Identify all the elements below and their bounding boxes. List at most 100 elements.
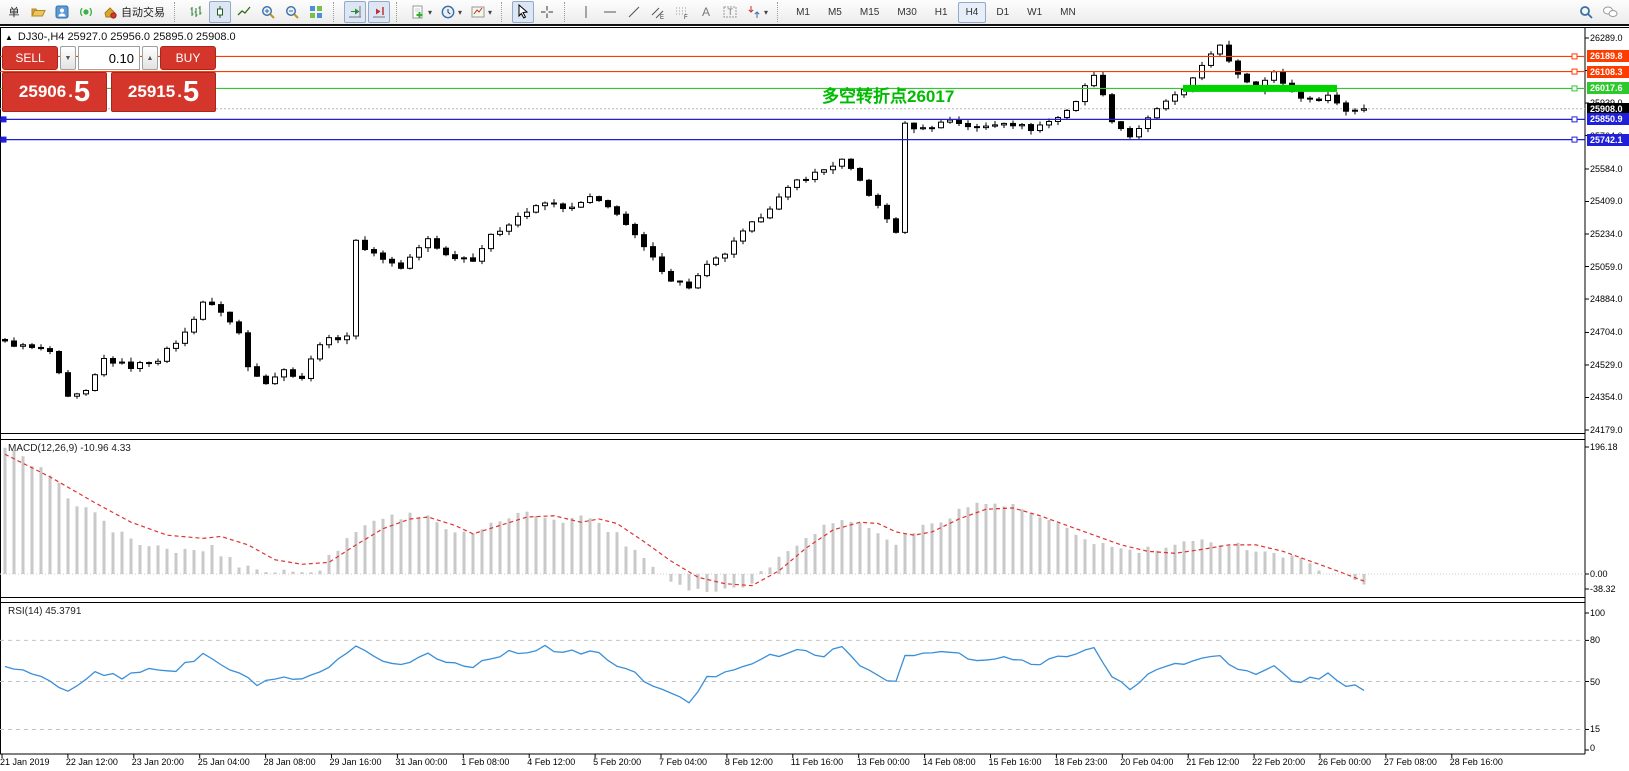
main-toolbar: 单 自动交易 ▾ ▾ ▾ E F A T ▾ M1 M5 M15 M30 H1 H4 D1 W… xyxy=(0,0,1629,26)
price-tick-label: 24354.0 xyxy=(1590,392,1623,403)
volume-input[interactable] xyxy=(78,46,140,70)
chart-title: DJ30-,H4 25927.0 25956.0 25895.0 25908.0 xyxy=(17,31,236,43)
chart-canvas[interactable] xyxy=(0,0,1629,771)
sell-button[interactable]: SELL xyxy=(2,46,58,70)
cursor-button[interactable] xyxy=(512,1,535,23)
time-axis-label: 7 Feb 04:00 xyxy=(659,757,708,767)
volume-increase-button[interactable]: ▲ xyxy=(142,46,158,70)
line-chart-button[interactable] xyxy=(233,1,255,23)
trendline-button[interactable] xyxy=(623,1,645,23)
price-level-label: 26189.8 xyxy=(1587,50,1629,63)
candlestick-chart-button[interactable] xyxy=(209,1,231,23)
profile-button[interactable] xyxy=(51,1,73,23)
tf-button-MN[interactable]: MN xyxy=(1052,2,1084,23)
indicators-button[interactable]: ▾ xyxy=(407,1,435,23)
toolbar-separator xyxy=(564,2,570,22)
vertical-line-button[interactable] xyxy=(575,1,597,23)
price-tick-label: 25409.0 xyxy=(1590,196,1623,207)
time-axis-label: 25 Jan 04:00 xyxy=(197,757,250,767)
annotation-text[interactable]: 多空转折点26017 xyxy=(822,82,954,107)
chart-shift-button[interactable] xyxy=(368,1,390,23)
rsi-scale-label: 100 xyxy=(1590,608,1606,618)
time-axis-label: 4 Feb 12:00 xyxy=(527,757,576,767)
signal-button[interactable] xyxy=(75,1,97,23)
horizontal-line-icon xyxy=(604,11,617,13)
buy-price[interactable]: 25915. 5 xyxy=(111,72,216,112)
time-axis-label: 22 Jan 12:00 xyxy=(65,757,118,767)
autotrading-button[interactable]: 自动交易 xyxy=(99,1,168,23)
svg-text:A: A xyxy=(702,5,710,19)
chevron-down-icon: ▾ xyxy=(764,7,769,17)
templates-button[interactable]: ▾ xyxy=(467,1,495,23)
price-level-label: 26017.6 xyxy=(1587,82,1629,95)
zoom-in-icon xyxy=(261,5,275,19)
ohlc-bars-icon xyxy=(190,6,202,17)
chat-button[interactable] xyxy=(1599,1,1621,23)
auto-scroll-button[interactable] xyxy=(344,1,366,23)
tf-button-W1[interactable]: W1 xyxy=(1019,2,1050,23)
horizontal-line-button[interactable] xyxy=(599,1,621,23)
time-axis-label: 15 Feb 16:00 xyxy=(988,757,1042,767)
tile-windows-button[interactable] xyxy=(305,1,327,23)
price-tick-label: 25059.0 xyxy=(1590,261,1623,272)
zoom-out-button[interactable] xyxy=(281,1,303,23)
zoom-in-button[interactable] xyxy=(257,1,279,23)
tf-button-M5[interactable]: M5 xyxy=(820,2,850,23)
toolbar-separator xyxy=(174,2,180,22)
buy-price-main: 25915 xyxy=(127,82,176,101)
sell-price[interactable]: 25906. 5 xyxy=(2,72,107,112)
search-button[interactable] xyxy=(1575,1,1597,23)
folder-button[interactable] xyxy=(27,1,49,23)
text-label-icon: T xyxy=(723,6,737,18)
tf-button-H1[interactable]: H1 xyxy=(927,2,956,23)
folder-icon xyxy=(31,8,46,17)
crosshair-button[interactable] xyxy=(536,1,558,23)
macd-scale-label: -38.32 xyxy=(1590,584,1616,594)
toolbar-separator xyxy=(396,2,402,22)
time-axis-label: 29 Jan 16:00 xyxy=(329,757,382,767)
toolbar-separator xyxy=(777,2,783,22)
price-tick-label: 24704.0 xyxy=(1590,327,1623,338)
toolbar-separator xyxy=(501,2,507,22)
new-order-label: 单 xyxy=(8,7,20,19)
fibonacci-button[interactable]: F xyxy=(671,1,693,23)
tf-button-M15[interactable]: M15 xyxy=(852,2,887,23)
rsi-scale-label: 80 xyxy=(1590,635,1601,646)
chevron-down-icon: ▾ xyxy=(458,7,463,17)
time-axis-label: 22 Feb 20:00 xyxy=(1252,757,1306,767)
time-axis-label: 18 Feb 23:00 xyxy=(1054,757,1108,767)
chart-template-icon xyxy=(471,6,485,18)
chevron-down-icon: ▾ xyxy=(428,7,433,17)
new-order-button[interactable]: 单 xyxy=(3,1,25,23)
clock-icon xyxy=(441,5,455,19)
tf-button-M30[interactable]: M30 xyxy=(889,2,924,23)
zoom-out-icon xyxy=(285,5,299,19)
autotrading-icon xyxy=(104,7,117,19)
tf-button-H4[interactable]: H4 xyxy=(957,1,987,23)
buy-button[interactable]: BUY xyxy=(160,46,216,70)
price-tick-label: 24884.0 xyxy=(1590,294,1623,305)
sell-price-main: 25906 xyxy=(18,82,67,101)
autotrading-label: 自动交易 xyxy=(121,7,165,19)
bar-chart-button[interactable] xyxy=(185,1,207,23)
time-axis-label: 28 Feb 16:00 xyxy=(1449,757,1503,767)
time-axis-label: 23 Jan 20:00 xyxy=(131,757,184,767)
text-label-button[interactable]: T xyxy=(719,1,741,23)
price-tick-label: 25234.0 xyxy=(1590,229,1623,239)
price-tick-label: 24529.0 xyxy=(1590,359,1623,370)
tf-button-D1[interactable]: D1 xyxy=(988,2,1017,23)
periods-button[interactable]: ▾ xyxy=(437,1,465,23)
text-icon: A xyxy=(702,5,710,19)
collapse-arrow-icon[interactable]: ▲ xyxy=(5,33,13,42)
macd-label: MACD(12,26,9) -10.96 4.33 xyxy=(8,443,131,454)
auto-scroll-icon xyxy=(349,6,361,18)
time-axis-label: 1 Feb 08:00 xyxy=(461,757,510,767)
search-icon xyxy=(1580,6,1593,19)
add-indicator-icon xyxy=(412,5,423,19)
time-axis-label: 28 Jan 08:00 xyxy=(263,757,316,767)
text-button[interactable]: A xyxy=(695,1,717,23)
channel-button[interactable]: E xyxy=(647,1,669,23)
arrows-button[interactable]: ▾ xyxy=(743,1,771,23)
volume-decrease-button[interactable]: ▼ xyxy=(60,46,76,70)
tf-button-M1[interactable]: M1 xyxy=(788,2,818,23)
